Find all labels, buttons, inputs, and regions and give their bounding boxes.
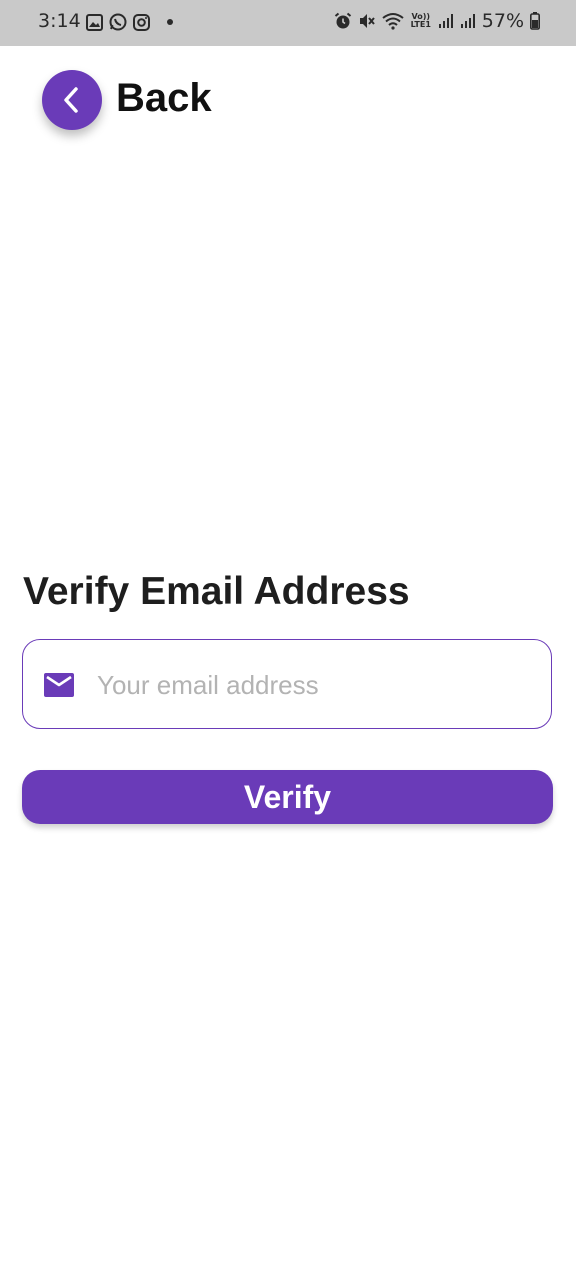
wifi-icon bbox=[382, 13, 404, 30]
whatsapp-icon bbox=[109, 13, 127, 31]
lte-icon: Vo)) LTE1 bbox=[410, 12, 431, 29]
email-field[interactable] bbox=[22, 639, 552, 729]
dot-icon bbox=[167, 19, 173, 25]
gallery-icon bbox=[86, 13, 103, 31]
system-icons: Vo)) LTE1 57% bbox=[334, 10, 540, 32]
verify-button[interactable]: Verify bbox=[22, 770, 553, 824]
battery-icon bbox=[530, 12, 540, 30]
signal-icon bbox=[460, 14, 475, 28]
back-label[interactable]: Back bbox=[116, 76, 212, 121]
mute-icon bbox=[359, 14, 375, 28]
page-title: Verify Email Address bbox=[23, 570, 410, 613]
email-input[interactable] bbox=[95, 662, 529, 708]
mail-icon bbox=[44, 673, 74, 697]
status-bar: 3:14 Vo)) LTE1 57% bbox=[0, 0, 576, 46]
verify-button-label: Verify bbox=[243, 778, 332, 815]
signal-icon bbox=[438, 14, 453, 28]
instagram-icon bbox=[133, 13, 150, 31]
battery-percent: 57% bbox=[481, 10, 524, 32]
back-button[interactable] bbox=[42, 70, 102, 130]
alarm-icon bbox=[334, 12, 351, 29]
status-time: 3:14 bbox=[38, 10, 81, 32]
chevron-left-icon bbox=[64, 87, 78, 113]
notification-icons bbox=[86, 13, 176, 31]
